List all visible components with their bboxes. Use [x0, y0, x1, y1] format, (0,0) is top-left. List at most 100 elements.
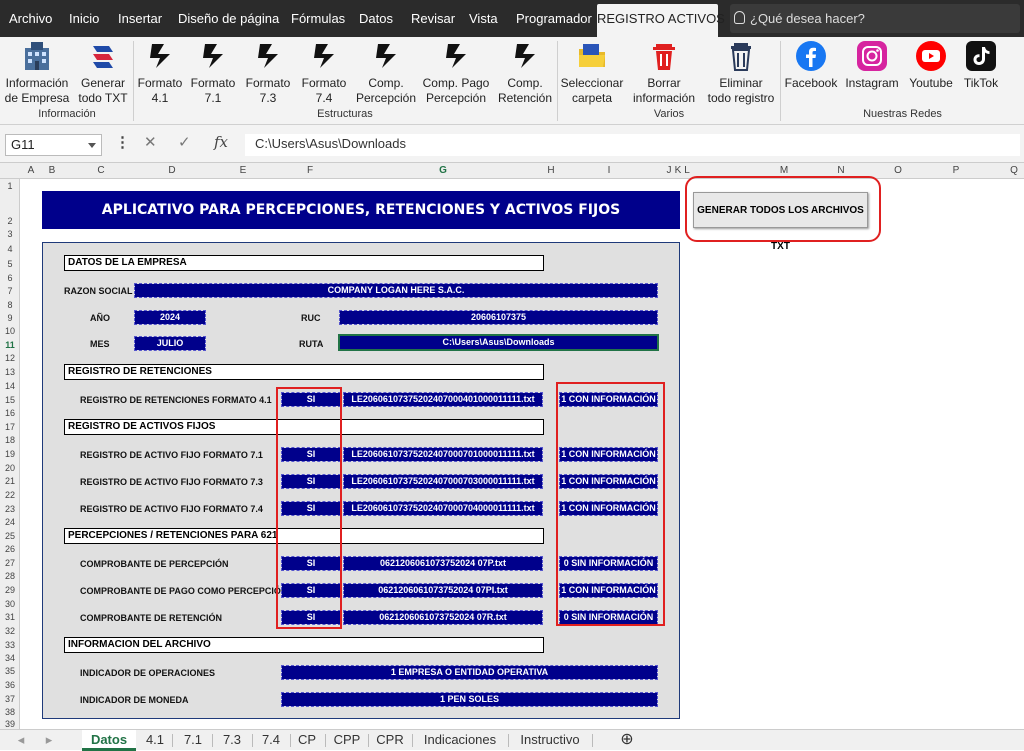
- generar-todo-txt-button[interactable]: Generar todo TXT: [74, 37, 132, 107]
- column-header[interactable]: O: [894, 165, 902, 176]
- row-header[interactable]: 15: [0, 395, 20, 405]
- column-header[interactable]: B: [49, 165, 56, 176]
- row-header[interactable]: 28: [0, 571, 20, 581]
- youtube-button[interactable]: Youtube: [904, 37, 958, 107]
- tab-archivo[interactable]: Archivo: [9, 0, 52, 37]
- sheet-tab-indicaciones[interactable]: Indicaciones: [416, 730, 504, 751]
- row-header[interactable]: 14: [0, 381, 20, 391]
- row-header[interactable]: 20: [0, 463, 20, 473]
- operaciones-value[interactable]: 1 EMPRESA O ENTIDAD OPERATIVA: [281, 665, 658, 680]
- row-header[interactable]: 24: [0, 517, 20, 527]
- anio-value[interactable]: 2024: [134, 310, 206, 325]
- row-header[interactable]: 33: [0, 640, 20, 650]
- cancel-icon[interactable]: ✕: [144, 133, 157, 151]
- tab-programador[interactable]: Programador: [516, 0, 592, 37]
- eliminar-todo-registro-button[interactable]: Eliminar todo registro: [704, 37, 778, 107]
- column-header[interactable]: N: [837, 165, 844, 176]
- activo-file[interactable]: LE20606107375202407000704000011111.txt: [343, 501, 543, 516]
- tab-revisar[interactable]: Revisar: [411, 0, 455, 37]
- tell-me-search[interactable]: ¿Qué desea hacer?: [730, 4, 1020, 33]
- tab-inicio[interactable]: Inicio: [69, 0, 99, 37]
- retencion-file[interactable]: LE20606107375202407000401000011111.txt: [343, 392, 543, 407]
- column-header[interactable]: Q: [1010, 165, 1018, 176]
- seleccionar-carpeta-button[interactable]: Seleccionar carpeta: [559, 37, 625, 107]
- comp-percepcion-button[interactable]: Comp. Percepción: [354, 37, 418, 107]
- column-header[interactable]: H: [547, 165, 554, 176]
- add-sheet-icon[interactable]: ⊕: [617, 730, 637, 751]
- row-header[interactable]: 2: [0, 216, 20, 226]
- mes-value[interactable]: JULIO: [134, 336, 206, 351]
- comp-retencion-button[interactable]: Comp. Retención: [495, 37, 555, 107]
- formato-7-1-button[interactable]: Formato 7.1: [187, 37, 239, 107]
- sheet-tab-datos[interactable]: Datos: [82, 730, 136, 751]
- row-header[interactable]: 11: [0, 340, 20, 350]
- column-header[interactable]: F: [307, 165, 313, 176]
- column-header[interactable]: A: [28, 165, 35, 176]
- column-header[interactable]: I: [608, 165, 611, 176]
- formula-input[interactable]: C:\Users\Asus\Downloads: [245, 134, 1020, 156]
- column-header[interactable]: M: [780, 165, 788, 176]
- tiktok-button[interactable]: TikTok: [960, 37, 1002, 107]
- row-header[interactable]: 22: [0, 490, 20, 500]
- row-header[interactable]: 32: [0, 626, 20, 636]
- formato-4-1-button[interactable]: Formato 4.1: [134, 37, 186, 107]
- razon-social-value[interactable]: COMPANY LOGAN HERE S.A.C.: [134, 283, 658, 298]
- row-header[interactable]: 16: [0, 408, 20, 418]
- row-header[interactable]: 25: [0, 531, 20, 541]
- percepcion-file[interactable]: 0621206061073752024 07P.txt: [343, 556, 543, 571]
- insert-function-icon[interactable]: fx: [214, 133, 228, 151]
- scroll-left-icon[interactable]: ◂: [14, 730, 28, 751]
- row-header[interactable]: 4: [0, 244, 20, 254]
- tab-datos[interactable]: Datos: [359, 0, 393, 37]
- name-box[interactable]: G11: [5, 134, 102, 156]
- column-header[interactable]: C: [97, 165, 104, 176]
- chevron-down-icon[interactable]: [88, 143, 96, 148]
- column-header[interactable]: L: [684, 165, 690, 176]
- column-header[interactable]: J: [667, 165, 672, 176]
- tab-vista[interactable]: Vista: [469, 0, 498, 37]
- tab-formulas[interactable]: Fórmulas: [291, 0, 345, 37]
- row-header[interactable]: 34: [0, 653, 20, 663]
- row-header[interactable]: 35: [0, 666, 20, 676]
- sheet-tab-4-1[interactable]: 4.1: [140, 730, 170, 751]
- column-header[interactable]: D: [168, 165, 175, 176]
- row-header[interactable]: 17: [0, 422, 20, 432]
- row-header[interactable]: 37: [0, 694, 20, 704]
- row-header[interactable]: 36: [0, 680, 20, 690]
- row-header[interactable]: 21: [0, 476, 20, 486]
- activo-file[interactable]: LE20606107375202407000701000011111.txt: [343, 447, 543, 462]
- activo-file[interactable]: LE20606107375202407000703000011111.txt: [343, 474, 543, 489]
- formato-7-4-button[interactable]: Formato 7.4: [298, 37, 350, 107]
- row-header[interactable]: 23: [0, 504, 20, 514]
- row-header[interactable]: 9: [0, 313, 20, 323]
- row-header[interactable]: 1: [0, 181, 20, 191]
- more-options-icon[interactable]: ⋮: [115, 133, 130, 151]
- comp-pago-percepcion-button[interactable]: Comp. Pago Percepción: [421, 37, 491, 107]
- row-header[interactable]: 13: [0, 367, 20, 377]
- confirm-icon[interactable]: ✓: [178, 133, 191, 151]
- sheet-tab-7-1[interactable]: 7.1: [178, 730, 208, 751]
- sheet-tab-cpp[interactable]: CPP: [329, 730, 365, 751]
- column-header[interactable]: K: [675, 165, 682, 176]
- row-header[interactable]: 12: [0, 353, 20, 363]
- row-header[interactable]: 27: [0, 558, 20, 568]
- row-header[interactable]: 26: [0, 544, 20, 554]
- info-empresa-button[interactable]: Información de Empresa: [2, 37, 72, 107]
- sheet-tab-7-3[interactable]: 7.3: [216, 730, 248, 751]
- row-header[interactable]: 6: [0, 273, 20, 283]
- row-header[interactable]: 39: [0, 719, 20, 729]
- column-header[interactable]: G: [439, 165, 447, 176]
- row-header[interactable]: 10: [0, 326, 20, 336]
- row-header[interactable]: 19: [0, 449, 20, 459]
- borrar-informacion-button[interactable]: Borrar información: [629, 37, 699, 107]
- row-header[interactable]: 3: [0, 229, 20, 239]
- row-header[interactable]: 29: [0, 585, 20, 595]
- row-header[interactable]: 38: [0, 707, 20, 717]
- ruta-value[interactable]: C:\Users\Asus\Downloads: [338, 334, 659, 351]
- sheet-tab-7-4[interactable]: 7.4: [255, 730, 287, 751]
- percepcion-file[interactable]: 0621206061073752024 07PI.txt: [343, 583, 543, 598]
- row-header[interactable]: 8: [0, 300, 20, 310]
- instagram-button[interactable]: Instagram: [843, 37, 901, 107]
- sheet-tab-instructivo[interactable]: Instructivo: [512, 730, 588, 751]
- tab-registro-activos[interactable]: REGISTRO ACTIVOS: [597, 4, 725, 37]
